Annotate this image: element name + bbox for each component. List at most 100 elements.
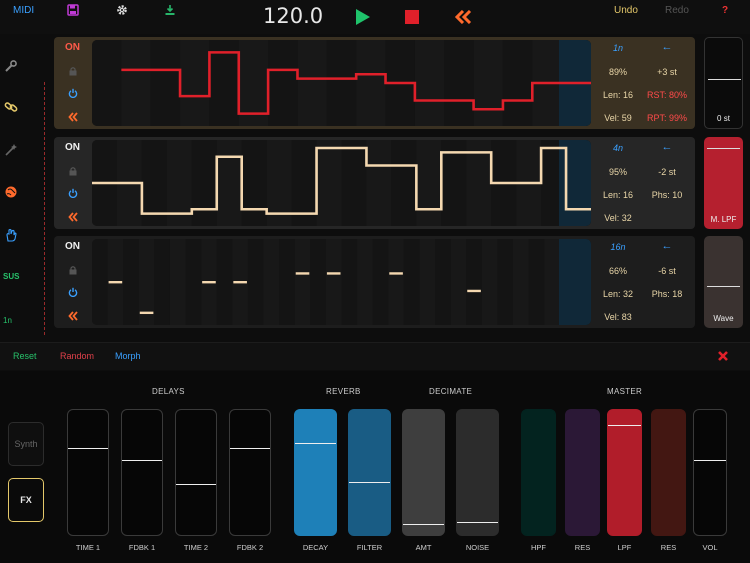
reset-button[interactable]: Reset [13,351,37,361]
step-column[interactable] [403,239,420,325]
step-column[interactable] [473,40,503,126]
step-column[interactable] [216,140,242,226]
track-on-toggle[interactable]: ON [65,142,80,153]
step-column[interactable] [241,140,267,226]
step-column[interactable] [416,140,442,226]
step-value-mark[interactable] [202,281,216,284]
length-value[interactable]: Len: 16 [595,190,641,200]
velocity-value[interactable]: Vel: 59 [595,113,641,123]
fader-hpf[interactable] [521,409,556,536]
morph-button[interactable]: Morph [115,351,141,361]
step-column[interactable] [528,239,545,325]
step-sequencer-grid[interactable] [92,40,591,126]
step-column[interactable] [191,140,217,226]
step-value-mark[interactable] [139,311,154,315]
fader-noise[interactable] [456,409,499,536]
step-column[interactable] [169,239,186,325]
step-value-mark[interactable] [389,272,403,275]
step-column[interactable] [357,239,373,325]
download-icon[interactable] [164,4,176,16]
fader-fdbk-2[interactable] [229,409,271,536]
velocity-value[interactable]: Vel: 83 [595,312,641,322]
power-icon[interactable] [68,287,78,297]
fader-time-1[interactable] [67,409,109,536]
fader-vol[interactable] [693,409,727,536]
step-column[interactable] [92,40,122,126]
power-icon[interactable] [68,88,78,98]
rewind-track-icon[interactable] [68,212,78,222]
probability-value[interactable]: 95% [595,167,641,177]
random-button[interactable]: Random [60,351,94,361]
step-column[interactable] [341,239,358,325]
rate-selector[interactable]: 16n [595,242,641,252]
step-column[interactable] [372,239,389,325]
step-column[interactable] [92,239,108,325]
step-column[interactable] [185,239,202,325]
close-icon[interactable] [717,350,729,362]
lock-icon[interactable] [68,166,78,176]
wand-icon[interactable] [4,143,18,157]
step-value-mark[interactable] [295,272,310,275]
step-sequencer-grid[interactable] [92,239,591,325]
link-icon[interactable] [4,100,18,114]
step-column[interactable] [419,239,436,325]
power-icon[interactable] [68,188,78,198]
help-button[interactable]: ? [722,5,728,16]
step-column[interactable] [502,40,533,126]
transpose-value-label[interactable]: +3 st [644,67,690,77]
direction-arrow[interactable]: ← [644,141,690,153]
fader-filter[interactable] [348,409,391,536]
direction-arrow[interactable]: ← [644,41,690,53]
step-column[interactable] [481,239,498,325]
gear-icon[interactable] [116,4,128,16]
track-on-toggle[interactable]: ON [65,241,80,252]
hand-icon[interactable] [4,228,18,242]
lock-icon[interactable] [68,265,78,275]
step-column[interactable] [180,40,210,126]
play-icon[interactable] [356,9,370,25]
phase-value[interactable]: Phs: 10 [644,190,690,200]
fader-time-2[interactable] [175,409,217,536]
mod-lpf-slider[interactable]: M. LPF [704,137,743,229]
synth-mode-button[interactable]: Synth [8,422,44,466]
step-column[interactable] [391,140,417,226]
globe-icon[interactable] [4,185,18,199]
repeat-value[interactable]: RPT: 99% [644,113,690,123]
step-column[interactable] [154,239,170,325]
step-value-mark[interactable] [326,272,341,275]
rewind-icon[interactable] [455,10,472,24]
fader-amt[interactable] [402,409,445,536]
lock-icon[interactable] [68,66,78,76]
phase-value[interactable]: Phs: 18 [644,289,690,299]
wave-slider[interactable]: Wave [704,236,743,328]
step-column[interactable] [341,140,367,226]
step-value-mark[interactable] [233,281,247,284]
step-sequencer-grid[interactable] [92,140,591,226]
transpose-value-label[interactable]: -6 st [644,266,690,276]
step-value-mark[interactable] [108,281,123,284]
probability-value[interactable]: 89% [595,67,641,77]
step-column[interactable] [450,239,467,325]
rate-selector[interactable]: 1n [595,43,641,53]
step-column[interactable] [216,239,233,325]
fader-lpf[interactable] [607,409,642,536]
step-column[interactable] [444,40,474,126]
step-column[interactable] [263,239,280,325]
step-column[interactable] [414,40,445,126]
direction-arrow[interactable]: ← [644,240,690,252]
step-column[interactable] [326,40,357,126]
step-column[interactable] [121,40,151,126]
step-column[interactable] [316,140,342,226]
sus-toggle[interactable]: SUS [3,272,19,281]
step-column[interactable] [297,40,327,126]
velocity-value[interactable]: Vel: 32 [595,213,641,223]
step-column[interactable] [279,239,295,325]
redo-button[interactable]: Redo [665,5,689,16]
step-column[interactable] [388,239,404,325]
undo-button[interactable]: Undo [614,5,638,16]
transpose-slider[interactable]: 0 st [704,37,743,129]
rewind-track-icon[interactable] [68,311,78,321]
step-column[interactable] [366,140,392,226]
note-length-selector[interactable]: 1n [3,316,12,325]
step-column[interactable] [268,40,298,126]
